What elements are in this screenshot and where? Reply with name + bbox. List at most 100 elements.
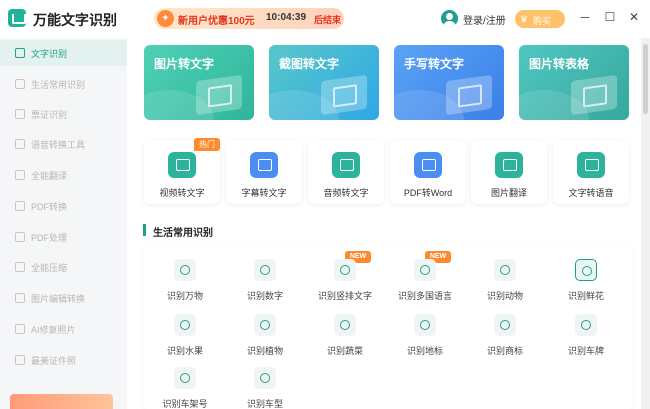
card-image-to-text[interactable]: 图片转文字 [144,45,254,120]
eye-icon [174,259,196,281]
sidebar-item-label: 文字识别 [31,49,68,59]
car-icon [575,314,597,336]
image-edit-icon [15,293,25,303]
rec-plants[interactable]: 识别植物 [225,314,305,369]
tool-label: 视频转文字 [159,188,205,198]
rec-label: 识别万物 [166,291,203,301]
id-card-icon [15,109,25,119]
hot-badge: 热门 [194,138,220,151]
rec-vin[interactable]: 识别车架号 [145,367,225,409]
maximize-button[interactable]: ☐ [603,10,617,24]
sidebar-item-label: 票证识别 [31,110,68,120]
rec-label: 识别地标 [406,346,443,356]
card-handwriting-to-text[interactable]: 手写转文字 [394,45,504,120]
sidebar-item-life-recognition[interactable]: 生活常用识别 [0,71,127,97]
scrollbar[interactable] [641,38,650,409]
buy-vip-label: 购买VIP [533,16,552,37]
card-title: 图片转文字 [154,57,215,71]
sidebar-item-label: AI修复照片 [31,325,76,335]
sidebar-item-label: 全能翻译 [31,171,68,181]
sidebar-item-pdf-process[interactable]: PDF处理 [0,224,127,250]
sidebar-item-pdf-convert[interactable]: PDF转换 [0,193,127,219]
sidebar-item-text-recognition[interactable]: 文字识别 [0,40,127,66]
sidebar-item-compress[interactable]: 全能压缩 [0,254,127,280]
buy-vip-button[interactable]: ♛ 购买VIP [515,10,565,37]
table-icon [571,74,617,116]
rec-fruits[interactable]: 识别水果 [145,314,225,369]
sidebar-item-translate[interactable]: 全能翻译 [0,162,127,188]
sidebar-item-ticket-recognition[interactable]: 票证识别 [0,101,127,127]
sidebar-item-label: 最美证件照 [31,356,77,366]
number-icon [254,259,276,281]
vegetable-icon [334,314,356,336]
fruit-icon [174,314,196,336]
promo-suffix: 后结束 [314,15,342,25]
subtitle-icon [250,152,278,178]
card-image-to-table[interactable]: 图片转表格 [519,45,629,120]
rec-label: 识别水果 [166,346,203,356]
landmark-icon [414,314,436,336]
sidebar-item-id-photo[interactable]: 最美证件照 [0,347,127,373]
promo-banner[interactable]: ✦ 新用户优惠100元 10:04:39 后结束 [154,8,344,29]
tool-text-to-speech[interactable]: 文字转语音 [553,140,629,204]
section-accent [143,224,146,236]
rec-license-plate[interactable]: 识别车牌 [546,314,626,369]
rec-vertical-text[interactable]: NEW 识别竖排文字 [305,251,385,314]
sidebar-promo-banner[interactable] [10,394,113,409]
rec-trademarks[interactable]: 识别商标 [465,314,545,369]
scrollbar-thumb[interactable] [643,44,648,114]
tool-audio-to-text[interactable]: 音频转文字 [308,140,384,204]
sidebar-item-label: 语音转换工具 [31,140,86,150]
sidebar-item-image-edit[interactable]: 图片编辑转换 [0,285,127,311]
rec-multi-language[interactable]: NEW 识别多国语言 [385,251,465,314]
tool-subtitle-to-text[interactable]: 字幕转文字 [226,140,302,204]
car-model-icon [254,367,276,389]
animal-icon [494,259,516,281]
card-title: 手写转文字 [404,57,465,71]
rec-vegetables[interactable]: 识别蔬菜 [305,314,385,369]
promo-text: 新用户优惠100元 [178,16,255,27]
tool-label: PDF转Word [403,188,453,198]
handwriting-icon [446,74,492,116]
rec-label: 识别数字 [246,291,283,301]
rec-label: 识别商标 [486,346,523,356]
rec-animals[interactable]: 识别动物 [465,259,545,314]
screenshot-icon [321,74,367,116]
card-title: 图片转表格 [529,57,590,71]
scan-icon [15,48,25,58]
card-screenshot-to-text[interactable]: 截图转文字 [269,45,379,120]
plant-icon [254,314,276,336]
camera-icon [15,79,25,89]
rec-everything[interactable]: 识别万物 [145,259,225,314]
ai-photo-icon [15,324,25,334]
tool-video-to-text[interactable]: 热门 视频转文字 [144,138,220,204]
tool-image-translate[interactable]: 图片翻译 [471,140,547,204]
crown-icon: ♛ [520,14,529,24]
section-title: 生活常用识别 [153,228,213,239]
sidebar-item-ai-repair[interactable]: AI修复照片 [0,316,127,342]
rec-label: 识别植物 [246,346,283,356]
pdf-word-icon [414,152,442,178]
title-bar: 万能文字识别 ✦ 新用户优惠100元 10:04:39 后结束 登录/注册 ♛ … [0,0,650,38]
rec-flowers[interactable]: 识别鲜花 [546,259,626,314]
login-link[interactable]: 登录/注册 [463,12,506,27]
rec-landmarks[interactable]: 识别地标 [385,314,465,369]
tool-label: 文字转语音 [568,188,614,198]
compress-icon [15,262,25,272]
rec-label: 识别车型 [246,399,283,409]
card-title: 截图转文字 [279,57,340,71]
sidebar-item-voice-tools[interactable]: 语音转换工具 [0,131,127,157]
rec-label: 识别多国语言 [397,291,452,301]
user-avatar-icon[interactable] [441,10,458,27]
vertical-text-icon [334,259,356,281]
app-title: 万能文字识别 [33,12,117,28]
app-logo-icon [8,9,26,27]
rec-car-model[interactable]: 识别车型 [225,367,305,409]
vin-icon [174,367,196,389]
rec-label: 识别车架号 [162,399,208,409]
rec-numbers[interactable]: 识别数字 [225,259,305,314]
close-button[interactable]: ✕ [627,10,641,24]
minimize-button[interactable]: ─ [578,10,592,24]
audio-icon [332,152,360,178]
tool-pdf-to-word[interactable]: PDF转Word [390,140,466,204]
